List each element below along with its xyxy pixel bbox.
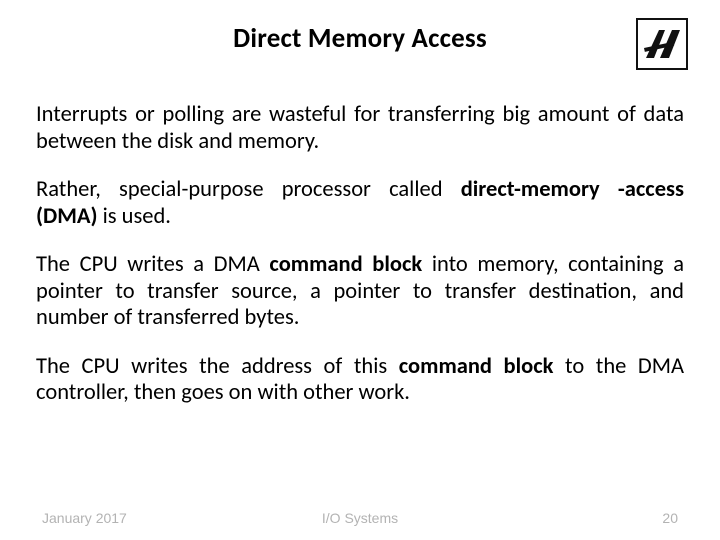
paragraph-3: The CPU writes a DMA command block into …	[36, 252, 684, 332]
footer-subject: I/O Systems	[322, 510, 398, 526]
text: Rather, special-purpose processor called	[36, 176, 461, 203]
slide-body: Interrupts or polling are wasteful for t…	[36, 102, 684, 407]
text: Interrupts or polling are wasteful for t…	[36, 101, 684, 155]
paragraph-2: Rather, special-purpose processor called…	[36, 177, 684, 230]
bold-text: command block	[269, 251, 422, 278]
slide-header: Direct Memory Access	[36, 18, 684, 66]
text: is used.	[98, 203, 171, 230]
slide-footer: January 2017 I/O Systems 20	[0, 510, 720, 526]
paragraph-4: The CPU writes the address of this comma…	[36, 354, 684, 407]
paragraph-1: Interrupts or polling are wasteful for t…	[36, 102, 684, 155]
bold-text: command block	[399, 353, 554, 380]
footer-date: January 2017	[42, 510, 127, 526]
slide: Direct Memory Access Interrupts or polli…	[0, 0, 720, 540]
technion-logo-icon	[636, 18, 688, 70]
slide-title: Direct Memory Access	[36, 18, 684, 55]
text: The CPU writes a DMA	[36, 251, 269, 278]
footer-page-number: 20	[662, 510, 678, 526]
text: The CPU writes the address of this	[36, 353, 399, 380]
